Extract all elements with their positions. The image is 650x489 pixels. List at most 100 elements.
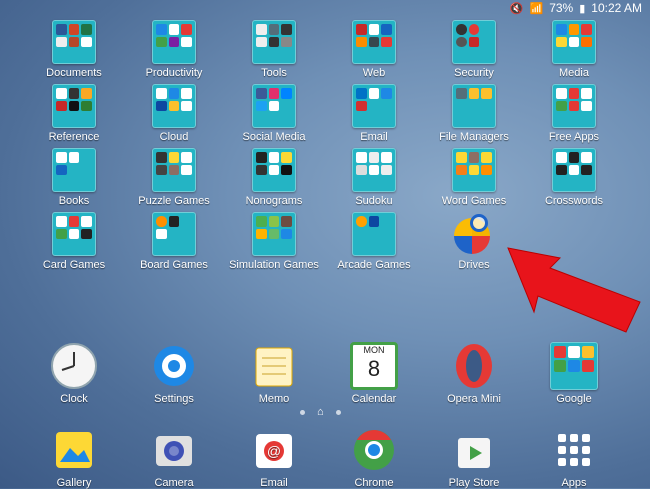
- folder-icon: [352, 20, 396, 64]
- app-label: Apps: [561, 477, 587, 489]
- page-dot[interactable]: [335, 409, 341, 415]
- folder-icon: [452, 84, 496, 128]
- folder-icon: [550, 342, 598, 390]
- app-calendar[interactable]: MON 8 Calendar: [324, 342, 424, 405]
- app-label: Memo: [258, 393, 290, 405]
- folder-social-media[interactable]: Social Media: [224, 84, 324, 143]
- folder-label: Books: [58, 195, 90, 207]
- app-chrome[interactable]: Chrome: [324, 426, 424, 489]
- folder-label: Simulation Games: [229, 259, 319, 271]
- app-label: Email: [260, 477, 288, 489]
- folder-label: Reference: [48, 131, 100, 143]
- folder-label: Documents: [46, 67, 102, 79]
- folder-label: Social Media: [242, 131, 306, 143]
- folder-icon: [152, 84, 196, 128]
- folder-google[interactable]: Google: [524, 342, 624, 405]
- folder-icon: [452, 20, 496, 64]
- app-gallery[interactable]: Gallery: [24, 426, 124, 489]
- folder-free-apps[interactable]: Free Apps: [524, 84, 624, 143]
- folder-nonograms[interactable]: Nonograms: [224, 148, 324, 207]
- folder-icon: [52, 84, 96, 128]
- folder-icon: [52, 20, 96, 64]
- folder-label: Board Games: [140, 259, 208, 271]
- gear-icon: [150, 342, 198, 390]
- folder-web[interactable]: Web: [324, 20, 424, 79]
- app-label: Drives: [458, 259, 490, 271]
- folder-label: Tools: [261, 67, 287, 79]
- folder-puzzle-games[interactable]: Puzzle Games: [124, 148, 224, 207]
- page-dot[interactable]: [300, 409, 305, 415]
- folder-icon: [552, 84, 596, 128]
- folder-sudoku[interactable]: Sudoku: [324, 148, 424, 207]
- folder-icon: [352, 212, 396, 256]
- app-label: Google: [556, 393, 592, 405]
- folder-productivity[interactable]: Productivity: [124, 20, 224, 79]
- home-page-icon[interactable]: ⌂: [317, 407, 324, 418]
- folder-label: Puzzle Games: [138, 195, 210, 207]
- folder-icon: [152, 148, 196, 192]
- folder-icon: [52, 212, 96, 256]
- folder-label: Arcade Games: [337, 259, 411, 271]
- folder-reference[interactable]: Reference: [24, 84, 124, 143]
- folder-arcade-games[interactable]: Arcade Games: [324, 212, 424, 271]
- calendar-month: MON: [363, 345, 385, 355]
- chrome-icon: [350, 426, 398, 474]
- folder-books[interactable]: Books: [24, 148, 124, 207]
- apps-drawer-button[interactable]: Apps: [524, 426, 624, 489]
- folder-media[interactable]: Media: [524, 20, 624, 79]
- folder-icon: [152, 212, 196, 256]
- folder-icon: [452, 148, 496, 192]
- app-label: Opera Mini: [447, 393, 501, 405]
- folder-email[interactable]: Email: [324, 84, 424, 143]
- folder-simulation-games[interactable]: Simulation Games: [224, 212, 324, 271]
- gallery-icon: [50, 426, 98, 474]
- folder-label: File Managers: [439, 131, 509, 143]
- apps-grid-icon: [550, 426, 598, 474]
- folder-icon: [52, 148, 96, 192]
- folder-cloud[interactable]: Cloud: [124, 84, 224, 143]
- email-icon: @: [250, 426, 298, 474]
- folder-icon: [252, 148, 296, 192]
- page-indicator[interactable]: ⌂: [300, 407, 341, 418]
- app-memo[interactable]: Memo: [224, 342, 324, 405]
- app-drives[interactable]: Drives: [424, 212, 524, 271]
- folder-documents[interactable]: Documents: [24, 20, 124, 79]
- folder-icon: [352, 148, 396, 192]
- folder-label: Web: [362, 67, 386, 79]
- folder-label: Sudoku: [355, 195, 393, 207]
- folder-label: Cloud: [159, 131, 189, 143]
- memo-icon: [250, 342, 298, 390]
- svg-text:@: @: [267, 443, 281, 459]
- app-clock[interactable]: Clock: [24, 342, 124, 405]
- app-settings[interactable]: Settings: [124, 342, 224, 405]
- folder-card-games[interactable]: Card Games: [24, 212, 124, 271]
- app-label: Gallery: [56, 477, 92, 489]
- app-email[interactable]: @ Email: [224, 426, 324, 489]
- folder-icon: [552, 20, 596, 64]
- folder-file-managers[interactable]: File Managers: [424, 84, 524, 143]
- calendar-icon: MON 8: [350, 342, 398, 390]
- camera-icon: [150, 426, 198, 474]
- app-camera[interactable]: Camera: [124, 426, 224, 489]
- folder-icon: [252, 84, 296, 128]
- app-label: Chrome: [354, 477, 394, 489]
- opera-icon: [450, 342, 498, 390]
- app-label: Calendar: [351, 393, 397, 405]
- folder-label: Productivity: [145, 67, 203, 79]
- app-play-store[interactable]: Play Store: [424, 426, 524, 489]
- drives-icon: [452, 212, 496, 256]
- folder-crosswords[interactable]: Crosswords: [524, 148, 624, 207]
- folder-tools[interactable]: Tools: [224, 20, 324, 79]
- folder-word-games[interactable]: Word Games: [424, 148, 524, 207]
- play-store-icon: [450, 426, 498, 474]
- folder-security[interactable]: Security: [424, 20, 524, 79]
- folder-label: Word Games: [441, 195, 507, 207]
- folder-label: Free Apps: [548, 131, 600, 143]
- folder-label: Nonograms: [245, 195, 303, 207]
- folder-board-games[interactable]: Board Games: [124, 212, 224, 271]
- home-grid: Documents Productivity Tools Web Securit…: [0, 0, 650, 290]
- app-opera-mini[interactable]: Opera Mini: [424, 342, 524, 405]
- folder-label: Media: [559, 67, 589, 79]
- folder-icon: [552, 148, 596, 192]
- folder-label: Crosswords: [544, 195, 604, 207]
